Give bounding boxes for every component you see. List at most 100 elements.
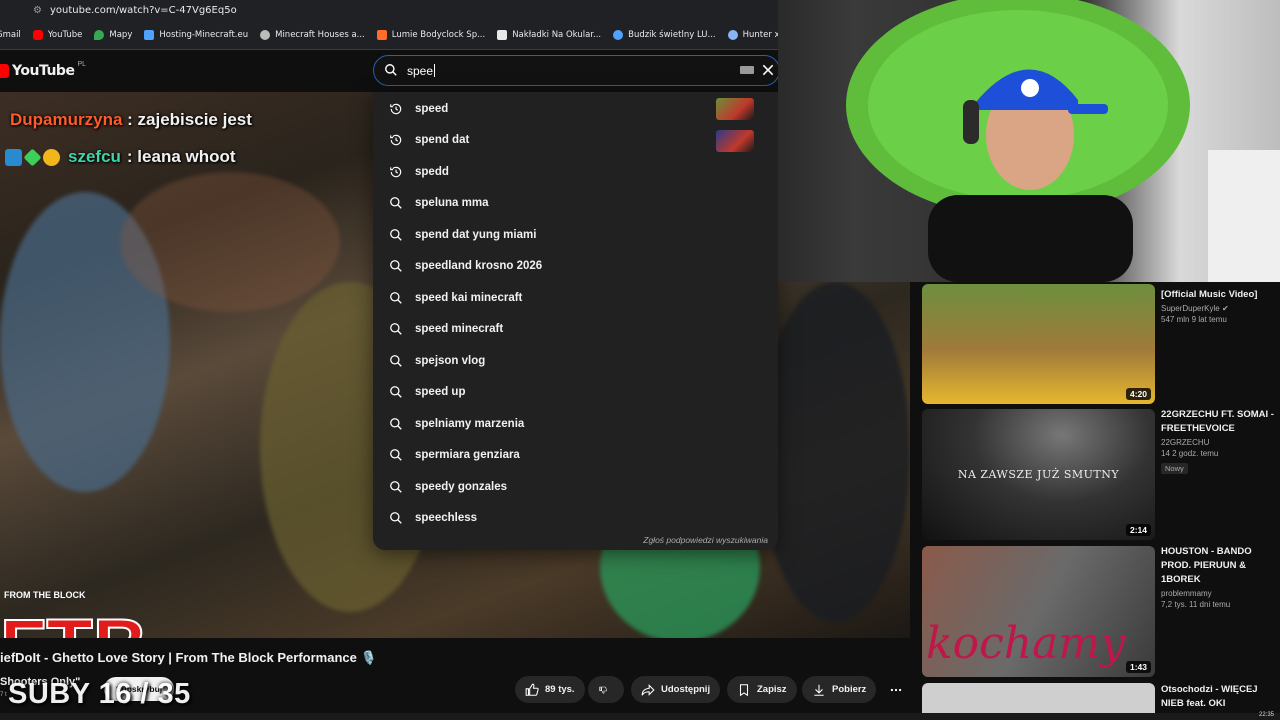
video-thumbnail[interactable]: 4:20 bbox=[922, 284, 1155, 404]
bookmark-item[interactable]: Hunter x Hunter: Th bbox=[727, 29, 778, 40]
suggestion-item[interactable]: speedy gonzales bbox=[373, 471, 778, 502]
suggestion-text: spelniamy marzenia bbox=[415, 417, 525, 430]
thumbs-down-icon bbox=[599, 686, 607, 694]
suggestion-item[interactable]: speedland krosno 2026 bbox=[373, 251, 778, 282]
url-text: youtube.com/watch?v=C-47Vg6Eq5o bbox=[49, 4, 237, 16]
video-duration: 2:14 bbox=[1125, 524, 1151, 536]
thumbnail-text: kochamy bbox=[926, 618, 1125, 669]
bookmark-label: Hunter x Hunter: Th bbox=[742, 29, 778, 40]
suggestion-text: speed bbox=[415, 102, 449, 115]
youtube-logo-text: YouTube bbox=[12, 63, 75, 79]
bookmark-label: Mapy bbox=[109, 29, 133, 40]
history-icon bbox=[390, 134, 402, 146]
recommendation-title: [Official Music Video] bbox=[1161, 289, 1258, 300]
suggestion-item[interactable]: spelniamy marzenia bbox=[373, 408, 778, 439]
share-label: Udostępnij bbox=[661, 684, 711, 695]
suggestion-text: speed minecraft bbox=[415, 323, 504, 335]
search-icon bbox=[390, 386, 402, 398]
download-icon bbox=[814, 684, 824, 696]
share-button[interactable]: Udostępnij bbox=[631, 676, 721, 703]
recommendation-channel: 22GRZECHU bbox=[1161, 438, 1210, 447]
suggestion-item[interactable]: speluna mma bbox=[373, 188, 778, 219]
suggestion-thumbnail[interactable] bbox=[716, 98, 754, 120]
video-duration: 4:20 bbox=[1125, 388, 1151, 400]
recommendation-info[interactable]: 22GRZECHU FT. SOMAI - FREETHEVOICE 22GRZ… bbox=[1161, 408, 1280, 476]
bookmark-item[interactable]: Minecraft Houses a... bbox=[260, 29, 365, 40]
site-info-icon[interactable]: ⚙ bbox=[33, 5, 42, 16]
bookmark-item[interactable]: Gmail bbox=[0, 30, 21, 40]
like-button[interactable]: 89 tys. bbox=[515, 676, 585, 703]
search-icon bbox=[390, 417, 402, 430]
chat-text: : zajebiscie jest bbox=[127, 110, 252, 129]
suggestion-item[interactable]: speechless bbox=[373, 503, 778, 534]
suggestion-item[interactable]: spedd bbox=[373, 156, 778, 187]
ftb-subtitle: FROM THE BLOCK bbox=[4, 590, 86, 600]
youtube-logo-icon bbox=[0, 64, 9, 78]
lumie-icon bbox=[376, 29, 387, 40]
suggestion-thumbnail[interactable] bbox=[716, 129, 754, 152]
suggestion-item[interactable]: spend dat yung miami bbox=[373, 219, 778, 250]
suggestion-text: spermiara genziara bbox=[415, 449, 520, 461]
suggestion-text: speedy gonzales bbox=[415, 480, 508, 493]
bookmark-label: YouTube bbox=[47, 29, 83, 40]
search-icon bbox=[390, 480, 402, 493]
bookmark-icon bbox=[739, 683, 749, 696]
recommendation-title: 22GRZECHU FT. SOMAI - FREETHEVOICE bbox=[1161, 409, 1274, 434]
recommendation-info[interactable]: Otsochodzi - WIĘCEJ NIEB feat. OKI bbox=[1161, 683, 1280, 711]
recommendation-info[interactable]: [Official Music Video] SuperDuperKyle ✔ … bbox=[1161, 288, 1280, 324]
recommendation-info[interactable]: HOUSTON - BANDO PROD. PIERUUN & 1BOREK p… bbox=[1161, 545, 1280, 609]
suggestion-item[interactable]: speed up bbox=[373, 377, 778, 408]
suggestion-item[interactable]: speed minecraft bbox=[373, 314, 778, 345]
video-title: iefDoIt - Ghetto Love Story | From The B… bbox=[0, 650, 377, 665]
bookmark-item[interactable]: Nakładki Na Okular... bbox=[497, 29, 602, 40]
like-count: 89 tys. bbox=[545, 684, 575, 695]
streamer-camera bbox=[846, 0, 1280, 282]
suggestion-item[interactable]: speed bbox=[373, 93, 778, 124]
suggestion-text: speed kai minecraft bbox=[415, 291, 523, 304]
download-button[interactable]: Pobierz bbox=[802, 676, 877, 703]
video-thumbnail[interactable]: NA ZAWSZE JUŻ SMUTNY 2:14 bbox=[922, 409, 1155, 540]
bookmark-label: Lumie Bodyclock Sp... bbox=[391, 29, 486, 40]
suggestion-text: spejson vlog bbox=[415, 354, 486, 367]
search-icon bbox=[390, 228, 402, 241]
youtube-icon bbox=[32, 29, 43, 40]
video-scene bbox=[120, 172, 340, 312]
bookmark-label: Minecraft Houses a... bbox=[275, 29, 365, 40]
thumbnail-text: NA ZAWSZE JUŻ SMUTNY bbox=[957, 468, 1120, 481]
chat-message: szefcu : leana whoot bbox=[5, 147, 236, 167]
search-icon bbox=[390, 291, 402, 304]
chat-username: Dupamurzyna bbox=[10, 110, 123, 129]
suggestion-item[interactable]: speed kai minecraft bbox=[373, 282, 778, 313]
suggestion-item[interactable]: spermiara genziara bbox=[373, 440, 778, 471]
recommendation-title: HOUSTON - BANDO PROD. PIERUUN & 1BOREK bbox=[1161, 546, 1252, 585]
bookmark-item[interactable]: Mapy bbox=[94, 29, 133, 40]
bookmark-item[interactable]: Hosting-Minecraft.eu bbox=[144, 29, 248, 40]
bookmark-item[interactable]: Budzik świetlny LU... bbox=[613, 29, 716, 40]
dislike-button[interactable] bbox=[588, 676, 624, 703]
more-actions-button[interactable] bbox=[884, 678, 908, 702]
search-icon bbox=[385, 64, 397, 76]
youtube-logo[interactable]: YouTube PL bbox=[0, 61, 86, 79]
keyboard-icon[interactable] bbox=[740, 66, 754, 74]
search-icon bbox=[390, 323, 402, 335]
save-label: Zapisz bbox=[757, 684, 787, 695]
system-clock: 22:35 bbox=[1258, 712, 1274, 718]
search-input[interactable]: spee bbox=[373, 55, 780, 86]
save-button[interactable]: Zapisz bbox=[727, 676, 797, 703]
bookmark-item[interactable]: Lumie Bodyclock Sp... bbox=[376, 29, 486, 40]
diamond-badge-icon bbox=[23, 147, 42, 167]
suggestion-item[interactable]: spejson vlog bbox=[373, 345, 778, 376]
download-label: Pobierz bbox=[832, 684, 867, 695]
search-icon bbox=[390, 354, 402, 367]
suggestion-item[interactable]: spend dat bbox=[373, 125, 778, 156]
address-bar[interactable]: ⚙ youtube.com/watch?v=C-47Vg6Eq5o bbox=[0, 0, 778, 20]
suggestion-text: spend dat yung miami bbox=[415, 228, 537, 241]
bookmark-item[interactable]: YouTube bbox=[32, 29, 83, 40]
clear-search-icon[interactable] bbox=[760, 62, 776, 78]
bookmark-label: Nakładki Na Okular... bbox=[512, 29, 602, 40]
video-thumbnail[interactable]: kochamy 1:43 bbox=[922, 546, 1155, 677]
taskbar bbox=[0, 713, 1280, 720]
recommendation-channel: problemmamy bbox=[1161, 589, 1212, 598]
report-suggestions-link[interactable]: Zgłoś podpowiedzi wyszukiwania bbox=[643, 535, 768, 545]
suggestion-text: speluna mma bbox=[415, 197, 489, 209]
